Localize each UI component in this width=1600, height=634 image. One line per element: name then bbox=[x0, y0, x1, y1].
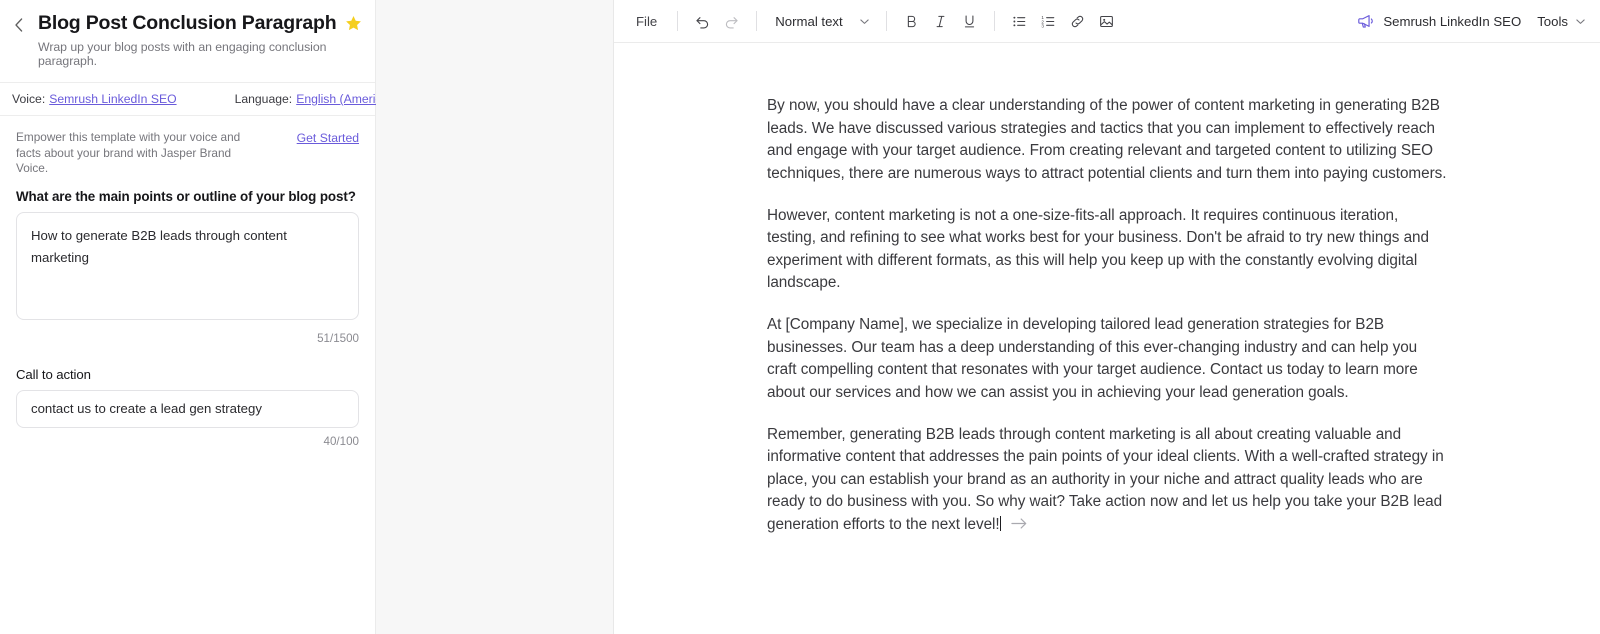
continue-arrow-icon[interactable] bbox=[1011, 515, 1028, 538]
toolbar-divider bbox=[756, 11, 758, 31]
field-outline: What are the main points or outline of y… bbox=[16, 189, 359, 345]
voice-language-bar: Voice: Semrush LinkedIn SEO Language: En… bbox=[0, 83, 399, 116]
field-outline-label: What are the main points or outline of y… bbox=[16, 188, 356, 204]
chevron-down-icon bbox=[859, 16, 870, 27]
document-paragraph-text: Remember, generating B2B leads through c… bbox=[767, 425, 1444, 534]
field-cta-input[interactable] bbox=[16, 389, 359, 428]
document-canvas[interactable]: By now, you should have a clear understa… bbox=[767, 43, 1447, 578]
toolbar-divider bbox=[993, 11, 995, 31]
page-title: Blog Post Conclusion Paragraph bbox=[38, 12, 337, 34]
field-cta-label: Call to action bbox=[16, 366, 91, 382]
megaphone-icon bbox=[1357, 12, 1375, 30]
document-editor: File Normal text 1 2 3 Semrush LinkedIn … bbox=[614, 0, 1600, 634]
text-style-dropdown[interactable]: Normal text bbox=[767, 7, 875, 35]
brand-voice-promo: Empower this template with your voice an… bbox=[16, 130, 359, 177]
field-cta-counter: 40/100 bbox=[323, 434, 359, 448]
toolbar-left-group: File Normal text 1 2 3 bbox=[626, 7, 1121, 35]
language-group: Language: English (American) bbox=[235, 92, 400, 106]
document-paragraph-last[interactable]: Remember, generating B2B leads through c… bbox=[767, 424, 1447, 538]
app-root: Blog Post Conclusion Paragraph Wrap up y… bbox=[0, 0, 1600, 634]
toolbar-divider bbox=[885, 11, 887, 31]
title-row: Blog Post Conclusion Paragraph bbox=[16, 12, 362, 35]
toolbar-divider bbox=[677, 11, 679, 31]
underline-button[interactable] bbox=[955, 7, 984, 35]
back-button[interactable] bbox=[12, 16, 26, 34]
tools-menu-button[interactable]: Tools bbox=[1537, 14, 1586, 29]
numbered-list-button[interactable]: 1 2 3 bbox=[1034, 7, 1063, 35]
voice-value-link[interactable]: Semrush LinkedIn SEO bbox=[49, 92, 176, 106]
field-cta: Call to action 40/100 bbox=[16, 367, 359, 448]
svg-text:3: 3 bbox=[1041, 23, 1044, 28]
brand-voice-description: Empower this template with your voice an… bbox=[16, 130, 241, 176]
toolbar-right-group: Semrush LinkedIn SEO Tools bbox=[1357, 12, 1586, 30]
document-paragraph[interactable]: However, content marketing is not a one-… bbox=[767, 205, 1447, 296]
brand-voice-selector[interactable]: Semrush LinkedIn SEO bbox=[1357, 12, 1521, 30]
sidebar-form: Empower this template with your voice an… bbox=[0, 116, 375, 634]
link-button[interactable] bbox=[1063, 7, 1092, 35]
voice-group: Voice: Semrush LinkedIn SEO bbox=[12, 92, 177, 106]
undo-button[interactable] bbox=[688, 7, 717, 35]
template-sidebar: Blog Post Conclusion Paragraph Wrap up y… bbox=[0, 0, 399, 634]
editor-toolbar: File Normal text 1 2 3 Semrush LinkedIn … bbox=[614, 0, 1600, 43]
tools-label: Tools bbox=[1537, 13, 1568, 29]
middle-spacer-column bbox=[376, 0, 614, 634]
document-paragraph[interactable]: At [Company Name], we specialize in deve… bbox=[767, 314, 1447, 405]
chevron-down-icon bbox=[1575, 16, 1586, 27]
redo-button[interactable] bbox=[717, 7, 746, 35]
favorite-star-icon[interactable] bbox=[345, 15, 362, 32]
bold-button[interactable] bbox=[897, 7, 926, 35]
page-subtitle: Wrap up your blog posts with an engaging… bbox=[38, 40, 327, 68]
field-outline-input[interactable] bbox=[16, 211, 359, 320]
text-cursor bbox=[999, 516, 1002, 531]
bullet-list-button[interactable] bbox=[1005, 7, 1034, 35]
get-started-link[interactable]: Get Started bbox=[297, 130, 359, 145]
voice-label: Voice: bbox=[12, 92, 46, 106]
document-paragraph[interactable]: By now, you should have a clear understa… bbox=[767, 95, 1447, 186]
field-outline-counter: 51/1500 bbox=[317, 331, 359, 345]
language-label: Language: bbox=[234, 92, 293, 106]
sidebar-header: Blog Post Conclusion Paragraph Wrap up y… bbox=[0, 0, 375, 83]
italic-button[interactable] bbox=[926, 7, 955, 35]
image-button[interactable] bbox=[1092, 7, 1121, 35]
text-style-value: Normal text bbox=[775, 13, 843, 29]
brand-voice-label: Semrush LinkedIn SEO bbox=[1383, 13, 1522, 29]
file-menu-button[interactable]: File bbox=[626, 7, 667, 35]
document-scroll-area[interactable]: By now, you should have a clear understa… bbox=[614, 43, 1600, 634]
